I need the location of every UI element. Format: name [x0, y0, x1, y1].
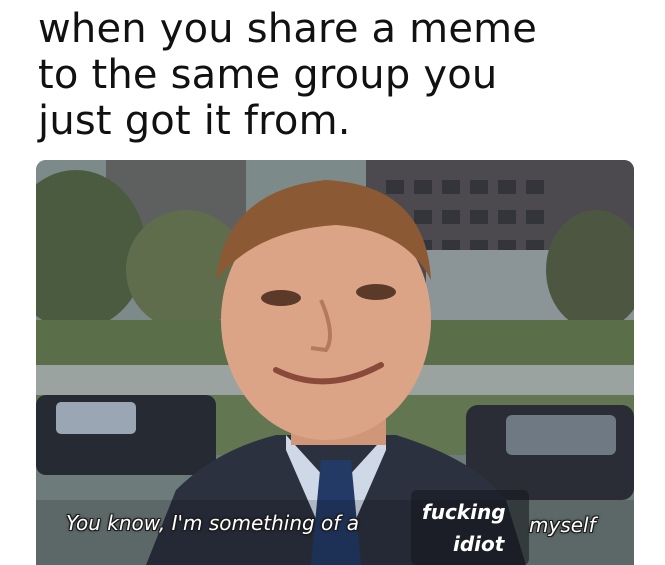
- meme-photo: You know, I'm something of a fucking idi…: [36, 160, 634, 565]
- meme: when you share a meme to the same group …: [0, 0, 665, 565]
- car-left-window: [56, 402, 136, 434]
- subtitle-insert-line-1: fucking: [422, 500, 506, 524]
- subtitle-main: You know, I'm something of a: [66, 511, 359, 535]
- subtitle-insert-line-2: idiot: [453, 532, 505, 556]
- left-eye: [261, 290, 301, 306]
- caption-line-3: just got it from.: [38, 98, 351, 144]
- movie-still-illustration: [36, 160, 634, 565]
- right-eye: [356, 284, 396, 300]
- caption-line-1: when you share a meme: [38, 6, 538, 52]
- subtitle-end: myself: [529, 513, 596, 537]
- meme-caption: when you share a meme to the same group …: [38, 6, 648, 144]
- car-right-window: [506, 415, 616, 455]
- caption-line-2: to the same group you: [38, 52, 498, 98]
